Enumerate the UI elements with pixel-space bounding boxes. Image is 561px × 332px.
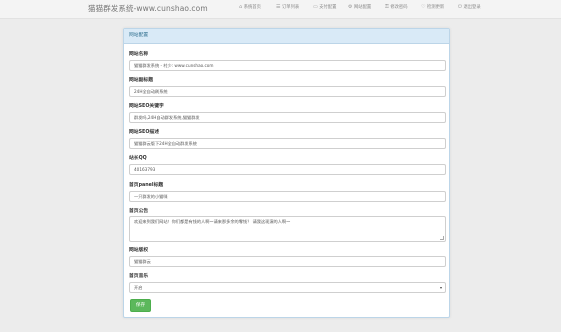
nav-item-site-config[interactable]: ⚙ 网站配置: [348, 4, 371, 10]
seo-description-label: 网站SEO描述: [129, 130, 159, 135]
subtitle-input[interactable]: 24H全自动刷系统: [129, 86, 446, 97]
settings-icon: ⚙: [348, 3, 353, 10]
music-select[interactable]: 开启 ▾: [129, 282, 446, 293]
nav-item-payment[interactable]: ▭ 支付配置: [313, 4, 336, 10]
announcement-label: 首页公告: [129, 209, 149, 214]
site-name-input[interactable]: 猫猫群发系统 - 村少: www.cunshao.com: [129, 60, 446, 71]
lock-icon: ⚿: [385, 3, 389, 10]
nav-item-change-password[interactable]: ⚿ 修改密码: [385, 4, 408, 10]
nav-item-check-update[interactable]: ♡ 检测更新: [421, 4, 444, 10]
nav-label: 网站配置: [353, 5, 372, 10]
site-title[interactable]: 猫猫群发系统-www.cunshao.com: [88, 3, 208, 14]
nav-item-home[interactable]: ⌂ 系统首页: [239, 4, 261, 10]
nav-item-orders[interactable]: ☰ 订单列表: [276, 4, 299, 10]
admin-qq-label: 站长QQ: [129, 156, 147, 161]
announcement-textarea[interactable]: 欢迎来到我们网站！你们都是有钱的人啊～请来那多余的零钱？ 请我这现演的人啊～: [129, 216, 446, 242]
list-icon: ☰: [276, 3, 281, 10]
top-navbar: 猫猫群发系统-www.cunshao.com ⌂ 系统首页 ☰ 订单列表 ▭ 支…: [0, 0, 561, 19]
home-icon: ⌂: [239, 3, 243, 10]
nav-label: 订单列表: [281, 5, 300, 10]
admin-qq-input[interactable]: 40163793: [129, 164, 446, 175]
site-config-panel: 网站配置 网站名称 猫猫群发系统 - 村少: www.cunshao.com 网…: [123, 28, 450, 318]
music-label: 首页音乐: [129, 274, 149, 279]
nav-label: 支付配置: [319, 5, 337, 10]
nav-label: 修改密码: [390, 5, 408, 10]
seo-keywords-input[interactable]: 群发吗,24H自动群发系统,猫猫群发: [129, 112, 446, 123]
chevron-down-icon: ▾: [439, 285, 442, 290]
copyright-label: 网站版权: [129, 248, 149, 253]
update-icon: ♡: [421, 3, 426, 10]
nav-item-logout[interactable]: ⏻ 退出登录: [458, 4, 481, 10]
nav-label: 系统首页: [243, 5, 261, 10]
panel-title-input[interactable]: 一只群发的小猫咪: [129, 191, 446, 202]
save-button[interactable]: 保存: [130, 299, 151, 312]
music-select-value: 开启: [134, 285, 143, 290]
nav-label: 检测更新: [426, 5, 445, 10]
seo-description-input[interactable]: 猫猫群云版下24H全自动群发系统: [129, 138, 446, 149]
seo-keywords-label: 网站SEO关键字: [129, 104, 164, 109]
nav-label: 退出登录: [463, 5, 481, 10]
card-icon: ▭: [313, 3, 318, 10]
logout-icon: ⏻: [458, 3, 462, 10]
subtitle-label: 网站副标题: [129, 78, 153, 83]
announcement-text: 欢迎来到我们网站！你们都是有钱的人啊～请来那多余的零钱？ 请我这现演的人啊～: [134, 219, 291, 224]
panel-title: 网站配置: [124, 29, 449, 44]
site-name-label: 网站名称: [129, 52, 149, 57]
panel-title-label: 首页panel标题: [129, 183, 164, 188]
resize-handle-icon[interactable]: [440, 236, 444, 240]
copyright-input[interactable]: 猫猫群云: [129, 256, 446, 267]
